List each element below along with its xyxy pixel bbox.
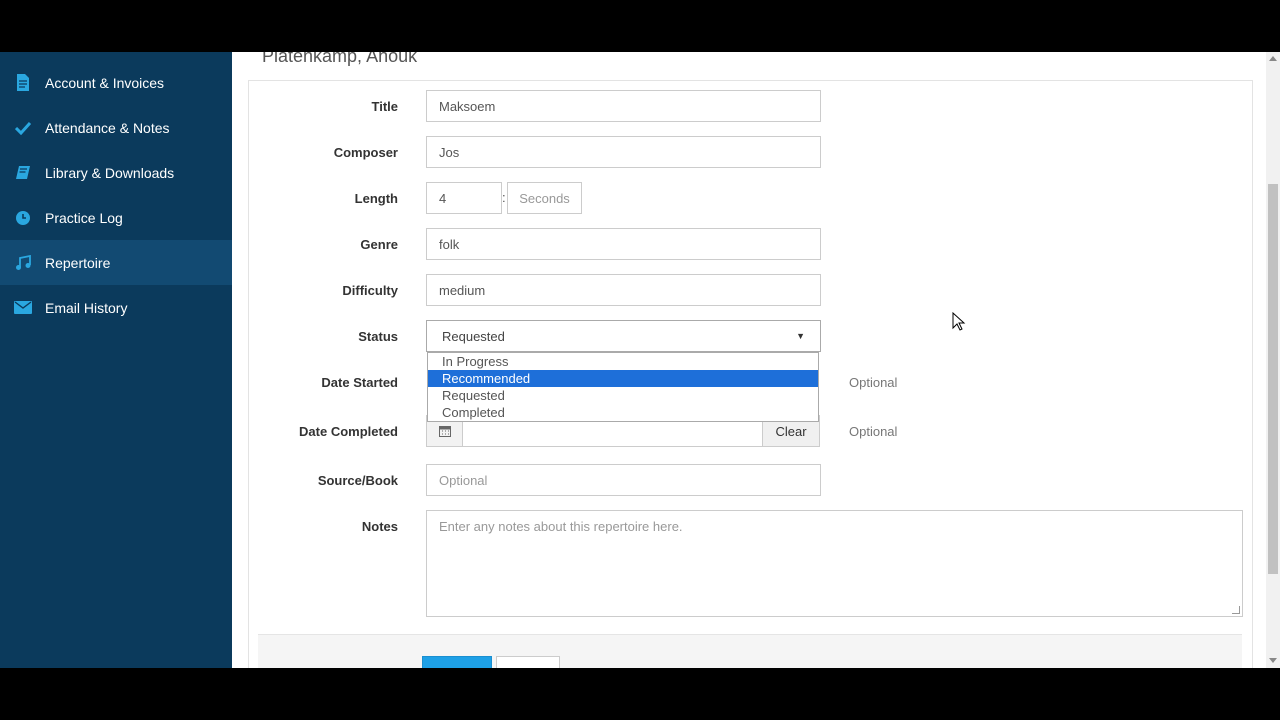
sidebar-item-label: Practice Log	[45, 209, 123, 226]
resize-handle[interactable]	[1232, 606, 1240, 614]
page-scrollbar[interactable]	[1266, 52, 1280, 668]
sidebar-item-label: Library & Downloads	[45, 164, 175, 181]
main-content: Platenkamp, Anouk Title Maksoem Composer…	[232, 52, 1266, 668]
scroll-up-arrow-icon[interactable]	[1269, 56, 1277, 61]
date-completed-label: Date Completed	[299, 424, 398, 439]
title-input[interactable]: Maksoem	[426, 90, 821, 122]
sidebar-item-library-downloads[interactable]: Library & Downloads	[0, 150, 232, 195]
sidebar-item-label: Account & Invoices	[45, 74, 165, 91]
notes-textarea[interactable]: Enter any notes about this repertoire he…	[426, 510, 1243, 617]
letterbox-bottom	[0, 668, 1280, 720]
status-selected-value: Requested	[442, 328, 505, 344]
date-started-label: Date Started	[321, 375, 398, 390]
date-started-hint: Optional	[849, 375, 898, 390]
genre-label: Genre	[360, 237, 398, 252]
status-option-completed[interactable]: Completed	[428, 404, 818, 421]
composer-input[interactable]: Jos	[426, 136, 821, 168]
sidebar-item-attendance-notes[interactable]: Attendance & Notes	[0, 105, 232, 150]
status-option-requested[interactable]: Requested	[428, 387, 818, 404]
title-label: Title	[371, 99, 399, 114]
sidebar-item-label: Attendance & Notes	[45, 119, 170, 136]
notes-placeholder: Enter any notes about this repertoire he…	[439, 519, 683, 534]
envelope-icon	[0, 301, 45, 314]
source-book-input[interactable]: Optional	[426, 464, 821, 496]
sidebar-item-label: Repertoire	[45, 254, 111, 271]
letterbox-top	[0, 0, 1280, 52]
genre-input[interactable]: folk	[426, 228, 821, 260]
page-title: Platenkamp, Anouk	[262, 52, 418, 66]
composer-label: Composer	[333, 145, 398, 160]
book-icon	[0, 165, 45, 181]
status-select[interactable]: Requested ▼	[426, 320, 821, 352]
sidebar-item-practice-log[interactable]: Practice Log	[0, 195, 232, 240]
save-button[interactable]	[422, 656, 492, 668]
length-minutes-input[interactable]: 4	[426, 182, 502, 214]
caret-down-icon: ▼	[796, 331, 805, 341]
form-footer	[258, 634, 1242, 668]
document-icon	[0, 74, 45, 91]
sidebar: Account & Invoices Attendance & Notes Li…	[0, 52, 232, 668]
status-option-recommended[interactable]: Recommended	[428, 370, 818, 387]
date-completed-hint: Optional	[849, 424, 898, 439]
notes-label: Notes	[361, 519, 398, 534]
difficulty-input[interactable]: medium	[426, 274, 821, 306]
checkmark-icon	[0, 121, 45, 135]
length-separator: :	[502, 190, 506, 205]
mouse-cursor-icon	[952, 312, 966, 331]
status-dropdown: In Progress Recommended Requested Comple…	[427, 352, 819, 422]
sidebar-item-label: Email History	[45, 299, 128, 316]
app-window: Account & Invoices Attendance & Notes Li…	[0, 52, 1280, 668]
sidebar-item-account-invoices[interactable]: Account & Invoices	[0, 60, 232, 105]
cancel-button[interactable]	[496, 656, 560, 668]
status-label: Status	[358, 329, 398, 344]
source-book-label: Source/Book	[317, 473, 398, 488]
scroll-down-arrow-icon[interactable]	[1269, 658, 1277, 663]
status-option-in-progress[interactable]: In Progress	[428, 353, 818, 370]
sidebar-item-repertoire[interactable]: Repertoire	[0, 240, 232, 285]
music-note-icon	[0, 254, 45, 271]
sidebar-item-email-history[interactable]: Email History	[0, 285, 232, 330]
difficulty-label: Difficulty	[342, 283, 398, 298]
clock-icon	[0, 210, 45, 226]
length-seconds-input[interactable]: Seconds	[507, 182, 582, 214]
length-label: Length	[354, 191, 398, 206]
scroll-thumb[interactable]	[1268, 184, 1278, 574]
